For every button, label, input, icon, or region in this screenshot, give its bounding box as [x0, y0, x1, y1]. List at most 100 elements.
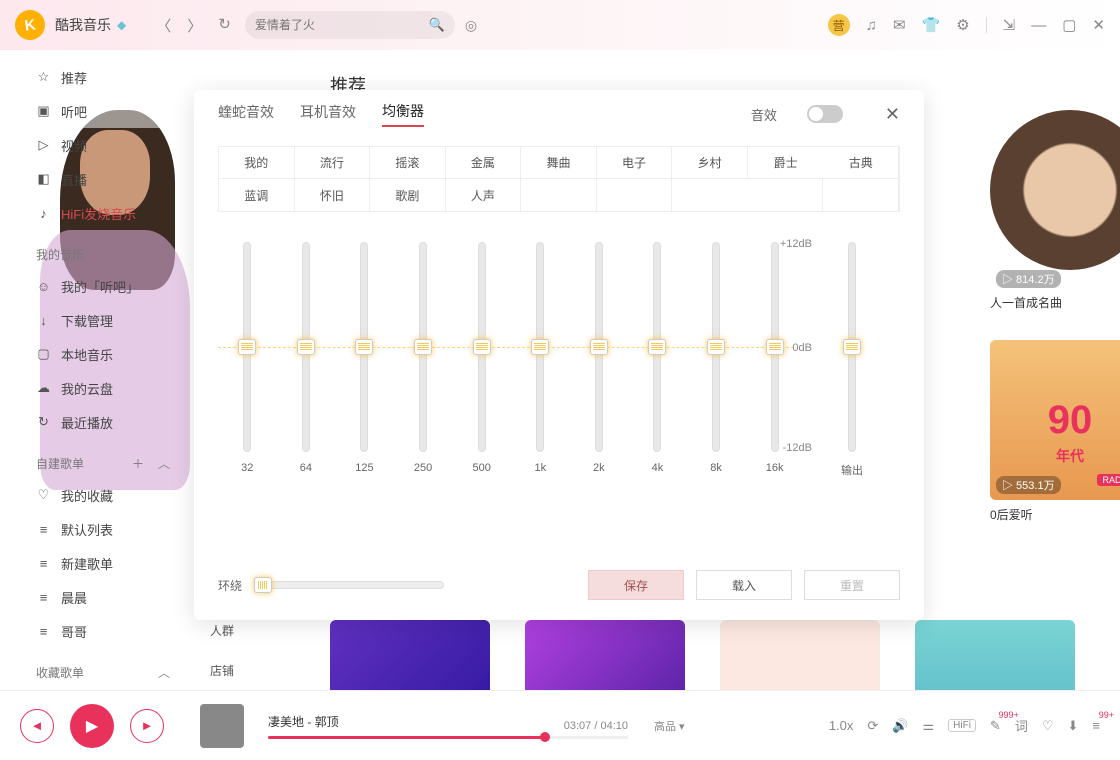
eq-slider[interactable]	[595, 242, 603, 452]
eq-slider[interactable]	[360, 242, 368, 452]
nav-reload-icon[interactable]: ↻	[218, 15, 231, 36]
skin-icon[interactable]: 👕	[922, 16, 941, 34]
user-avatar-icon[interactable]: 营	[828, 14, 850, 36]
preset-cell[interactable]: 金属	[446, 147, 522, 179]
search-input[interactable]	[255, 18, 429, 32]
preset-cell[interactable]: 爵士	[748, 147, 824, 179]
sidebar-item[interactable]: ◧直播	[0, 162, 190, 196]
preset-cell[interactable]: 蓝调	[219, 179, 295, 211]
comment-icon[interactable]: ✎	[990, 718, 1001, 734]
preset-cell[interactable]: 摇滚	[370, 147, 446, 179]
sidebar-item[interactable]: ↓下载管理	[0, 303, 190, 337]
tab-equalizer[interactable]: 均衡器	[382, 101, 424, 127]
playlist-icon[interactable]: ≡	[1092, 718, 1100, 733]
preset-cell[interactable]: 歌剧	[370, 179, 446, 211]
sidebar-item[interactable]: ♡我的收藏	[0, 478, 190, 512]
eq-knob[interactable]	[238, 339, 256, 355]
eq-knob[interactable]	[707, 339, 725, 355]
now-playing-cover[interactable]	[200, 704, 244, 748]
search-icon[interactable]: 🔍	[429, 17, 445, 33]
sidebar-item[interactable]: ☁我的云盘	[0, 371, 190, 405]
collapse-self-icon[interactable]: ︿	[158, 455, 170, 472]
eq-knob[interactable]	[355, 339, 373, 355]
playlist-cover[interactable]	[990, 110, 1120, 270]
preset-cell[interactable]: 舞曲	[521, 147, 597, 179]
sidebar-item[interactable]: ▣听吧	[0, 94, 190, 128]
sidebar-item[interactable]: ≡默认列表	[0, 512, 190, 546]
mini-card[interactable]	[720, 620, 880, 690]
playlist-title[interactable]: 0后爱听	[990, 506, 1120, 523]
maximize-icon[interactable]: ▢	[1062, 16, 1076, 34]
preset-cell[interactable]: 流行	[295, 147, 371, 179]
sidebar-item[interactable]: ▷视频	[0, 128, 190, 162]
reset-button[interactable]: 重置	[804, 570, 900, 600]
eq-icon[interactable]: ⚌	[922, 718, 934, 734]
play-button[interactable]: ▶	[70, 704, 114, 748]
output-slider[interactable]	[848, 242, 856, 452]
next-button[interactable]: ►	[130, 709, 164, 743]
collapse-fav-icon[interactable]: ︿	[158, 664, 170, 681]
close-icon[interactable]: ✕	[1092, 16, 1105, 34]
download-icon[interactable]: ⬇	[1068, 718, 1079, 734]
eq-knob[interactable]	[297, 339, 315, 355]
preset-cell[interactable]: 电子	[597, 147, 673, 179]
eq-knob[interactable]	[473, 339, 491, 355]
prev-button[interactable]: ◄	[20, 709, 54, 743]
sidebar-item[interactable]: ≡哥哥	[0, 614, 190, 648]
listen-icon[interactable]: ♫	[866, 17, 877, 34]
surround-knob[interactable]	[254, 577, 272, 593]
preset-cell[interactable]: 怀旧	[295, 179, 371, 211]
minimize-icon[interactable]: —	[1031, 17, 1046, 34]
like-icon[interactable]: ♡	[1042, 718, 1054, 734]
preset-cell[interactable]: 古典	[823, 147, 899, 179]
surround-slider[interactable]	[254, 581, 444, 589]
output-knob[interactable]	[843, 339, 861, 355]
preset-cell[interactable]: 我的	[219, 147, 295, 179]
sidebar-item[interactable]: ▢本地音乐	[0, 337, 190, 371]
repeat-icon[interactable]: ⟳	[867, 718, 878, 734]
preset-cell[interactable]: 乡村	[672, 147, 748, 179]
eq-knob[interactable]	[648, 339, 666, 355]
sidebar-item[interactable]: ☺我的「听吧」	[0, 269, 190, 303]
sidebar-item[interactable]: ♪HiFi发烧音乐	[0, 196, 190, 230]
mini-card[interactable]	[525, 620, 685, 690]
eq-knob[interactable]	[590, 339, 608, 355]
playlist-cover[interactable]: 90 年代 RADIO ▷ 553.1万	[990, 340, 1120, 500]
eq-slider[interactable]	[419, 242, 427, 452]
volume-icon[interactable]: 🔊	[892, 718, 908, 734]
sidebar-item[interactable]: ≡晨晨	[0, 580, 190, 614]
eq-slider[interactable]	[653, 242, 661, 452]
modal-close-icon[interactable]: ✕	[885, 104, 900, 125]
progress-handle[interactable]	[540, 732, 550, 742]
mini-card[interactable]	[330, 620, 490, 690]
sidebar-item[interactable]: ☆推荐	[0, 60, 190, 94]
tab-viper-fx[interactable]: 蝰蛇音效	[218, 102, 274, 126]
preset-cell[interactable]: 人声	[446, 179, 522, 211]
playlist-title[interactable]: 人一首成名曲	[990, 294, 1120, 311]
fx-toggle[interactable]	[807, 105, 843, 123]
save-button[interactable]: 保存	[588, 570, 684, 600]
speed-button[interactable]: 1.0x	[829, 718, 854, 733]
message-icon[interactable]: ✉	[893, 16, 906, 34]
hifi-badge[interactable]: HiFi	[948, 719, 976, 732]
eq-knob[interactable]	[531, 339, 549, 355]
progress-bar[interactable]: 03:07 / 04:10	[268, 736, 628, 739]
eq-slider[interactable]	[478, 242, 486, 452]
nav-forward-icon[interactable]: 〉	[187, 15, 202, 36]
nav-back-icon[interactable]: 〈	[156, 15, 171, 36]
quality-selector[interactable]: 高品 ▾	[654, 718, 685, 734]
vip-icon[interactable]: ◆	[117, 18, 126, 32]
settings-icon[interactable]: ⚙	[956, 16, 969, 34]
sidebar-item[interactable]: ↻最近播放	[0, 405, 190, 439]
eq-slider[interactable]	[536, 242, 544, 452]
voice-search-icon[interactable]: ◎	[465, 17, 477, 34]
mini-card[interactable]	[915, 620, 1075, 690]
category-label[interactable]: 店铺	[210, 650, 234, 690]
eq-slider[interactable]	[302, 242, 310, 452]
eq-slider[interactable]	[712, 242, 720, 452]
add-playlist-icon[interactable]: ＋	[132, 455, 144, 472]
search-box[interactable]: 🔍	[245, 11, 455, 39]
eq-knob[interactable]	[414, 339, 432, 355]
load-button[interactable]: 载入	[696, 570, 792, 600]
mini-mode-icon[interactable]: ⇲	[1003, 16, 1016, 34]
